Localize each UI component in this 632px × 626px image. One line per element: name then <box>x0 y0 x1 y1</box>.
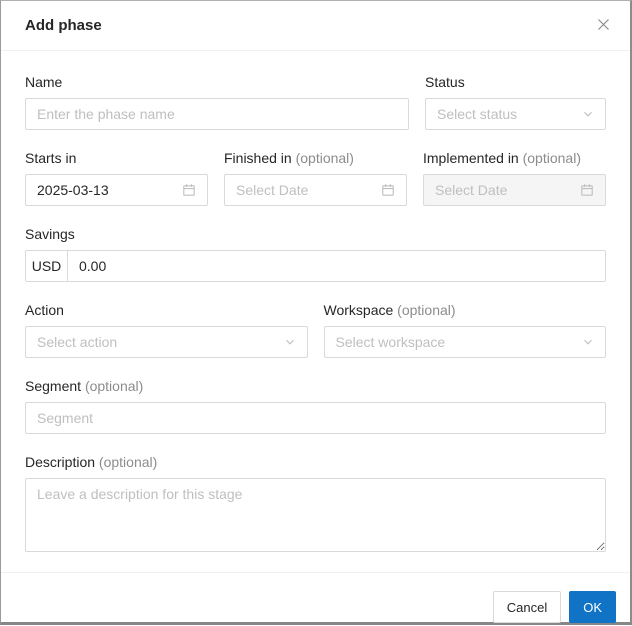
chevron-down-icon <box>582 336 594 348</box>
segment-optional: (optional) <box>84 378 144 394</box>
workspace-select[interactable]: Select workspace <box>323 326 606 358</box>
cancel-button[interactable]: Cancel <box>492 591 562 623</box>
starts-in-input[interactable] <box>37 175 174 205</box>
chevron-down-icon <box>582 108 594 120</box>
description-optional: (optional) <box>98 454 158 470</box>
row-action-workspace: Action Select action Workspace (optional… <box>25 302 606 358</box>
description-label: Description (optional) <box>25 454 158 470</box>
calendar-icon <box>381 183 395 197</box>
currency-addon: USD <box>26 251 68 281</box>
finished-in-datepicker[interactable]: Select Date <box>224 174 407 206</box>
action-select[interactable]: Select action <box>25 326 308 358</box>
starts-in-label: Starts in <box>25 150 77 166</box>
savings-input[interactable] <box>68 251 605 281</box>
status-select[interactable]: Select status <box>425 98 606 130</box>
finished-in-label: Finished in (optional) <box>224 150 354 166</box>
chevron-down-icon <box>284 336 296 348</box>
dialog-footer: Cancel OK <box>1 572 630 626</box>
field-segment: Segment (optional) <box>25 378 606 434</box>
workspace-label: Workspace (optional) <box>323 302 456 318</box>
close-button[interactable] <box>592 15 614 37</box>
finished-in-placeholder: Select Date <box>236 182 309 198</box>
segment-label: Segment (optional) <box>25 378 144 394</box>
dialog-body: Name Status Select status Starts in <box>1 51 630 572</box>
savings-label: Savings <box>25 226 75 242</box>
savings-input-group: USD <box>25 250 606 282</box>
name-input[interactable] <box>25 98 409 130</box>
workspace-optional: (optional) <box>397 302 456 318</box>
row-savings: Savings USD <box>25 226 606 282</box>
field-name: Name <box>25 74 409 130</box>
dialog-title: Add phase <box>25 17 102 34</box>
description-textarea[interactable] <box>25 478 606 552</box>
implemented-in-optional: (optional) <box>522 150 581 166</box>
field-description: Description (optional) <box>25 454 606 552</box>
segment-input[interactable] <box>25 402 606 434</box>
row-name-status: Name Status Select status <box>25 74 606 130</box>
finished-in-optional: (optional) <box>295 150 354 166</box>
ok-button[interactable]: OK <box>569 591 616 623</box>
close-icon <box>596 17 611 35</box>
field-starts-in: Starts in <box>25 150 208 206</box>
calendar-icon <box>580 183 594 197</box>
field-finished-in: Finished in (optional) Select Date <box>224 150 407 206</box>
status-label: Status <box>425 74 465 90</box>
field-implemented-in: Implemented in (optional) Select Date <box>423 150 606 206</box>
name-label: Name <box>25 74 63 90</box>
implemented-in-label: Implemented in (optional) <box>423 150 581 166</box>
row-description: Description (optional) <box>25 454 606 552</box>
field-status: Status Select status <box>425 74 606 130</box>
workspace-placeholder: Select workspace <box>335 334 446 350</box>
starts-in-datepicker[interactable] <box>25 174 208 206</box>
field-workspace: Workspace (optional) Select workspace <box>323 302 606 358</box>
dialog-header: Add phase <box>1 1 630 51</box>
field-action: Action Select action <box>25 302 308 358</box>
calendar-icon <box>182 183 196 197</box>
row-segment: Segment (optional) <box>25 378 606 434</box>
add-phase-dialog: Add phase Name Status Select status <box>0 0 632 625</box>
field-savings: Savings USD <box>25 226 606 282</box>
action-label: Action <box>25 302 64 318</box>
row-dates: Starts in Finished in (optional) Select … <box>25 150 606 206</box>
status-placeholder: Select status <box>437 106 518 122</box>
action-placeholder: Select action <box>37 334 118 350</box>
implemented-in-datepicker: Select Date <box>423 174 606 206</box>
implemented-in-placeholder: Select Date <box>435 182 508 198</box>
